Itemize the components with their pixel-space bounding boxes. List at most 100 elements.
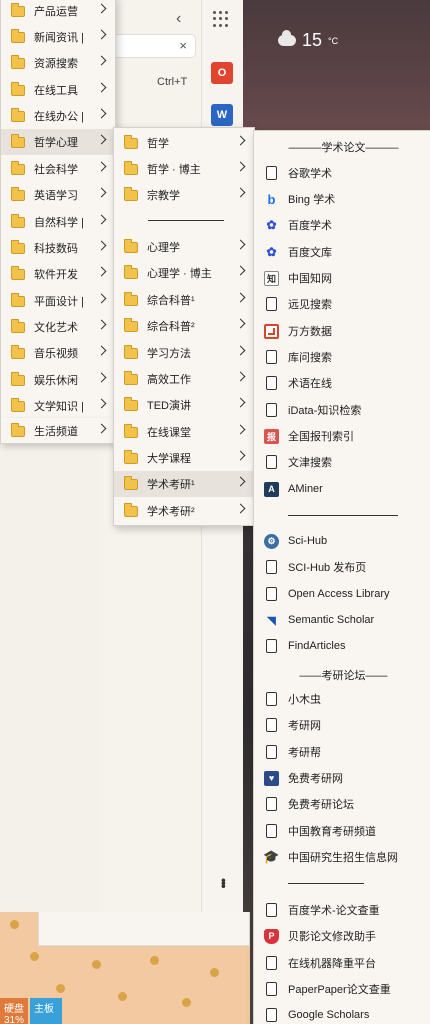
link-termonline[interactable]: 术语在线: [254, 370, 430, 396]
chevron-right-icon: [235, 476, 246, 487]
chevron-right-icon: [96, 240, 107, 251]
menu-item-online-classes[interactable]: 在线课堂: [114, 419, 254, 445]
link-paperpaper[interactable]: PaperPaper论文查重: [254, 976, 430, 1002]
link-cnki[interactable]: 知中国知网: [254, 265, 430, 291]
menu-item-psychology-bloggers[interactable]: 心理学 · 博主: [114, 260, 254, 286]
menu-item-english[interactable]: 英语学习: [1, 182, 115, 208]
section-heading-forums: ——考研论坛——: [299, 670, 388, 682]
semantic-scholar-icon: ◥: [267, 614, 276, 627]
link-wenjin-search[interactable]: 文津搜索: [254, 449, 430, 475]
more-options-icon[interactable]: •••: [216, 878, 232, 887]
menu-item-music-video[interactable]: 音乐视频: [1, 340, 115, 366]
word-logo-icon[interactable]: W: [211, 104, 233, 126]
link-wanfang[interactable]: 万方数据: [254, 318, 430, 344]
menu-item-study-methods[interactable]: 学习方法: [114, 340, 254, 366]
close-icon[interactable]: ×: [179, 38, 187, 53]
baidu-icon: ✿: [266, 218, 277, 232]
link-cnbksy[interactable]: 报全国报刊索引: [254, 423, 430, 449]
menu-item-academic-exam-2[interactable]: 学术考研²: [114, 498, 254, 524]
page-icon: [266, 797, 277, 811]
menu-item-social-science[interactable]: 社会科学: [1, 156, 115, 182]
link-google-scholars[interactable]: Google Scholars: [254, 1002, 430, 1024]
office-logo-icon[interactable]: O: [211, 62, 233, 84]
disk-value: 31%: [4, 1015, 25, 1024]
link-kaoyan-bang[interactable]: 考研帮: [254, 739, 430, 765]
link-google-scholar[interactable]: 谷歌学术: [254, 160, 430, 186]
chevron-right-icon: [96, 319, 107, 330]
motherboard-tile[interactable]: 主板: [30, 998, 62, 1024]
page-icon: [266, 639, 277, 653]
menu-item-culture-art[interactable]: 文化艺术: [1, 314, 115, 340]
page-icon: [266, 956, 277, 970]
link-idata[interactable]: iData-知识检索: [254, 397, 430, 423]
folder-icon: [11, 318, 25, 333]
menu-item-popular-science-1[interactable]: 综合科普¹: [114, 287, 254, 313]
menu-item-online-office[interactable]: 在线办公 |: [1, 103, 115, 129]
menu-item-religion[interactable]: 宗教学: [114, 182, 254, 208]
link-bing-academic[interactable]: b Bing 学术: [254, 186, 430, 212]
menu-item-university-courses[interactable]: 大学课程: [114, 445, 254, 471]
folder-icon: [11, 2, 25, 17]
philosophy-submenu: 哲学 哲学 · 博主 宗教学 心理学 心理学 · 博主 综合科普¹ 综合科普² …: [113, 127, 255, 526]
link-aminer[interactable]: A AMiner: [254, 476, 430, 502]
menu-item-philosophy[interactable]: 哲学: [114, 130, 254, 156]
weather-temperature: 15: [302, 30, 323, 50]
tab-search-box[interactable]: ×: [108, 34, 196, 58]
weather-widget[interactable]: 15 °C: [278, 30, 338, 51]
link-yuanjian-search[interactable]: 远见搜索: [254, 291, 430, 317]
menu-item-resource-search[interactable]: 资源搜索: [1, 50, 115, 76]
link-edu-kaoyan-channel[interactable]: 中国教育考研频道: [254, 818, 430, 844]
folder-icon: [124, 264, 138, 279]
menu-item-natural-science[interactable]: 自然科学 |: [1, 209, 115, 235]
menu-item-life[interactable]: 生活频道: [1, 418, 115, 444]
menu-item-online-tools[interactable]: 在线工具: [1, 77, 115, 103]
cnbksy-icon: 报: [264, 428, 279, 444]
link-baidu-xueshu[interactable]: ✿ 百度学术: [254, 212, 430, 238]
link-machine-rewrite-platform[interactable]: 在线机器降重平台: [254, 950, 430, 976]
chevron-right-icon: [96, 134, 107, 145]
category-menu: 产品运营 新闻资讯 | 资源搜索 在线工具 在线办公 | 哲学心理 社会科学 英…: [0, 0, 116, 422]
weather-unit: °C: [328, 35, 339, 46]
collapse-chevron-icon[interactable]: ‹: [176, 10, 181, 28]
menu-item-entertainment[interactable]: 娱乐休闲: [1, 367, 115, 393]
page-icon: [266, 560, 277, 574]
link-kuwen-search[interactable]: 库问搜索: [254, 344, 430, 370]
menu-item-psychology[interactable]: 心理学: [114, 234, 254, 260]
link-free-kaoyan-net[interactable]: ♥ 免费考研网: [254, 765, 430, 791]
folder-icon: [124, 396, 138, 411]
link-yz-chsi[interactable]: 🎓 中国研究生招生信息网: [254, 844, 430, 870]
link-open-access-library[interactable]: Open Access Library: [254, 581, 430, 607]
menu-item-product-ops[interactable]: 产品运营: [1, 0, 115, 24]
menu-item-philosophy-psychology[interactable]: 哲学心理: [1, 129, 115, 155]
link-baidu-wenku[interactable]: ✿ 百度文库: [254, 239, 430, 265]
link-free-kaoyan-forum[interactable]: 免费考研论坛: [254, 791, 430, 817]
menu-item-popular-science-2[interactable]: 综合科普²: [114, 313, 254, 339]
chevron-right-icon: [235, 265, 246, 276]
menu-item-literature[interactable]: 文学知识 |: [1, 393, 115, 419]
link-kaoyan-net[interactable]: 考研网: [254, 712, 430, 738]
cnki-icon: 知: [264, 270, 279, 286]
disk-usage-tile[interactable]: 硬盘 31%: [0, 998, 28, 1024]
menu-item-graphic-design[interactable]: 平面设计 |: [1, 288, 115, 314]
link-baidu-paper-check[interactable]: 百度学术-论文查重: [254, 897, 430, 923]
menu-item-productivity[interactable]: 高效工作: [114, 366, 254, 392]
menu-item-philosophy-bloggers[interactable]: 哲学 · 博主: [114, 156, 254, 182]
link-sci-hub-release[interactable]: SCI-Hub 发布页: [254, 554, 430, 580]
menu-item-ted-talks[interactable]: TED演讲: [114, 392, 254, 418]
menu-item-tech-digital[interactable]: 科技数码: [1, 235, 115, 261]
link-sci-hub[interactable]: ⚙ Sci-Hub: [254, 528, 430, 554]
link-findarticles[interactable]: FindArticles: [254, 633, 430, 659]
graduation-cap-icon: 🎓: [263, 849, 280, 864]
chevron-right-icon: [96, 372, 107, 383]
folder-icon: [11, 54, 25, 69]
section-heading-papers: ———学术论文———: [288, 142, 399, 154]
menu-item-academic-exam-1[interactable]: 学术考研¹: [114, 471, 254, 497]
menu-item-software-dev[interactable]: 软件开发: [1, 261, 115, 287]
menu-item-news[interactable]: 新闻资讯 |: [1, 24, 115, 50]
link-muchong[interactable]: 小木虫: [254, 686, 430, 712]
page-icon: [266, 982, 277, 996]
link-paper-revision-assistant[interactable]: P 贝影论文修改助手: [254, 923, 430, 949]
academic-links-menu: ———学术论文——— 谷歌学术 b Bing 学术 ✿ 百度学术 ✿ 百度文库 知中国…: [253, 130, 430, 1024]
app-launcher-icon[interactable]: [213, 11, 229, 27]
link-semantic-scholar[interactable]: ◥ Semantic Scholar: [254, 607, 430, 633]
